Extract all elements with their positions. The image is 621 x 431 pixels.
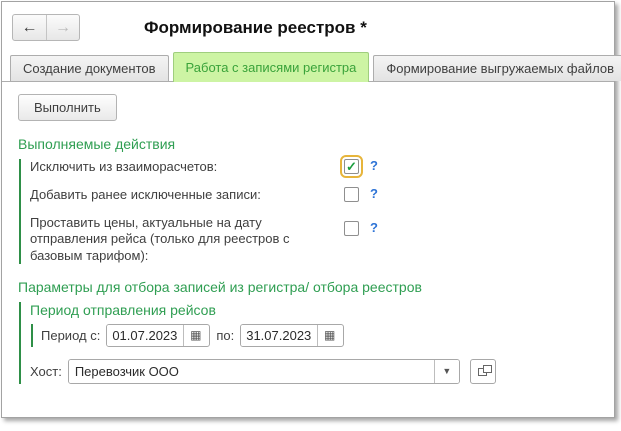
host-open-button[interactable] <box>469 358 496 384</box>
actions-group-title: Выполняемые действия <box>18 136 176 152</box>
exclude-checkbox[interactable] <box>340 155 363 178</box>
host-label: Хост: <box>30 363 62 379</box>
back-button[interactable]: ← <box>13 15 46 40</box>
period-group-body: Период с: ▦ по: ▦ <box>31 323 598 347</box>
host-input[interactable] <box>68 359 434 383</box>
host-row: Хост: ▼ <box>30 358 598 384</box>
period-from-label: Период с: <box>41 327 101 343</box>
checkbox-label: Добавить ранее исключенные записи: <box>30 187 261 202</box>
host-dropdown-button[interactable]: ▼ <box>433 359 459 383</box>
help-link-icon[interactable]: ? <box>370 186 378 201</box>
forward-arrow-icon: → <box>55 18 71 36</box>
open-icon <box>477 364 492 376</box>
tab-bar: Создание документов Работа с записями ре… <box>2 52 621 82</box>
period-to-calendar-button[interactable]: ▦ <box>317 324 342 346</box>
tab-export-files[interactable]: Формирование выгружаемых файлов <box>373 55 621 81</box>
checkbox-row-set-prices: Проставить цены, актуальные на дату отпр… <box>30 215 598 264</box>
page-title: Формирование реестров * <box>144 17 367 37</box>
tab-panel: Выполнить Выполняемые действия Исключить… <box>2 82 614 384</box>
period-to-field: ▦ <box>240 323 345 347</box>
calendar-icon: ▦ <box>190 328 202 343</box>
period-row: Период с: ▦ по: ▦ <box>41 323 598 347</box>
help-link-icon[interactable]: ? <box>370 158 378 173</box>
app-window: ← → Формирование реестров * Создание док… <box>1 1 621 418</box>
checkbox-label: Проставить цены, актуальные на дату отпр… <box>30 215 290 263</box>
tab-register-records[interactable]: Работа с записями регистра <box>172 52 370 82</box>
execute-button[interactable]: Выполнить <box>18 94 117 121</box>
period-from-field: ▦ <box>106 323 211 347</box>
period-to-label: по: <box>216 327 235 343</box>
period-from-input[interactable] <box>107 324 184 346</box>
checkbox-row-add-excluded: Добавить ранее исключенные записи: ? <box>30 186 598 204</box>
set-prices-checkbox[interactable] <box>344 221 359 236</box>
actions-group-body: Исключить из взаиморасчетов: ? Добавить … <box>19 155 598 264</box>
tab-document-creation[interactable]: Создание документов <box>10 55 169 81</box>
help-link-icon[interactable]: ? <box>370 220 378 235</box>
params-group-title: Параметры для отбора записей из регистра… <box>18 278 422 295</box>
period-from-calendar-button[interactable]: ▦ <box>183 324 208 346</box>
checkbox-label: Исключить из взаиморасчетов: <box>30 159 218 174</box>
host-combo-field: ▼ <box>67 358 460 384</box>
window-header: ← → Формирование реестров * <box>2 2 614 41</box>
add-excluded-checkbox[interactable] <box>344 187 359 202</box>
params-group-body: Период отправления рейсов Период с: ▦ по… <box>19 301 598 384</box>
history-nav-group: ← → <box>12 14 80 41</box>
period-to-input[interactable] <box>241 324 318 346</box>
calendar-icon: ▦ <box>324 328 336 343</box>
back-arrow-icon: ← <box>21 18 38 36</box>
checkbox-row-exclude: Исключить из взаиморасчетов: ? <box>30 155 598 178</box>
forward-button[interactable]: → <box>46 15 79 40</box>
chevron-down-icon: ▼ <box>442 366 452 377</box>
period-group-title: Период отправления рейсов <box>30 301 216 318</box>
